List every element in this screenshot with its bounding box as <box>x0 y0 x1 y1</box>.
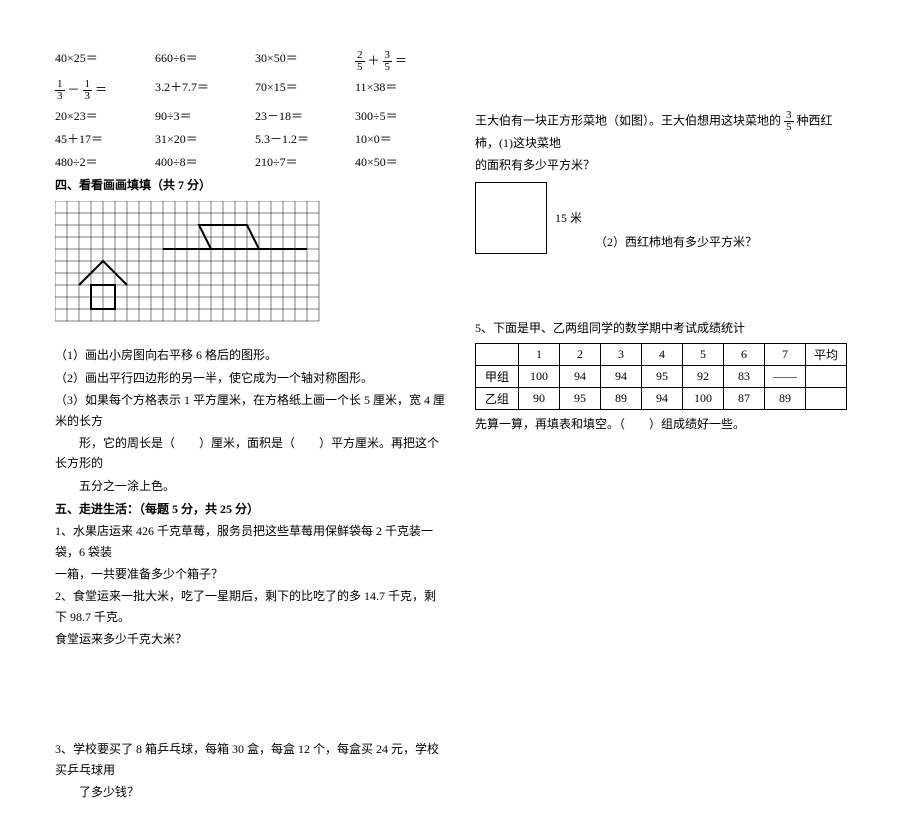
calc-cell: 13 － 13 ＝ <box>55 79 155 102</box>
calc-cell: 480÷2＝ <box>55 154 155 171</box>
calc-grid: 40×25＝ 660÷6＝ 30×50＝ 25 ＋ 35 ＝ 13 － 13 ＝… <box>55 50 445 170</box>
q5-3b: 了多少钱？ <box>55 782 445 802</box>
right-intro-c: 的面积有多少平方米？ <box>475 155 855 175</box>
q4-3b: 形，它的周长是（ ）厘米，面积是（ ）平方厘米。再把这个长方形的 <box>55 433 445 474</box>
calc-cell: 10×0＝ <box>355 131 445 148</box>
q5-table-title: 5、下面是甲、乙两组同学的数学期中考试成绩统计 <box>475 318 855 338</box>
left-column: 40×25＝ 660÷6＝ 30×50＝ 25 ＋ 35 ＝ 13 － 13 ＝… <box>55 50 445 805</box>
grid-figure <box>55 201 325 331</box>
q5-tail: 先算一算，再填表和填空。（ ）组成绩好一些。 <box>475 414 855 434</box>
q5-2b: 食堂运来多少千克大米？ <box>55 629 445 649</box>
calc-cell: 400÷8＝ <box>155 154 255 171</box>
calc-cell: 210÷7＝ <box>255 154 355 171</box>
q5-2a: 2、食堂运来一批大米，吃了一星期后，剩下的比吃了的多 14.7 千克，剩下 98… <box>55 586 445 627</box>
q4-2: （2）画出平行四边形的另一半，使它成为一个轴对称图形。 <box>55 368 445 388</box>
q4-3a: （3）如果每个方格表示 1 平方厘米，在方格纸上画一个长 5 厘米，宽 4 厘米… <box>55 390 445 431</box>
calc-cell: 3.2＋7.7＝ <box>155 79 255 102</box>
q4-1: （1）画出小房图向右平移 6 格后的图形。 <box>55 345 445 365</box>
right-column: 王大伯有一块正方形菜地（如图）。王大伯想用这块菜地的 35 种西红柿，(1)这块… <box>475 50 855 805</box>
calc-cell: 40×50＝ <box>355 154 445 171</box>
square-side-label: 15 米 <box>555 209 582 226</box>
calc-cell: 90÷3＝ <box>155 108 255 125</box>
table-row: 乙组909589941008789 <box>476 387 847 409</box>
calc-cell: 25 ＋ 35 ＝ <box>355 50 445 73</box>
calc-cell: 70×15＝ <box>255 79 355 102</box>
table-row: 甲组1009494959283—— <box>476 365 847 387</box>
right-q2: （2）西红柿地有多少平方米？ <box>595 232 855 252</box>
q5-3a: 3、学校要买了 8 箱乒乓球，每箱 30 盒，每盒 12 个，每盒买 24 元，… <box>55 739 445 780</box>
calc-cell: 660÷6＝ <box>155 50 255 73</box>
q5-1b: 一箱，一共要准备多少个箱子？ <box>55 564 445 584</box>
right-intro: 王大伯有一块正方形菜地（如图）。王大伯想用这块菜地的 35 种西红柿，(1)这块… <box>475 110 855 153</box>
calc-cell: 300÷5＝ <box>355 108 445 125</box>
table-row: 1234567平均 <box>476 343 847 365</box>
calc-cell: 30×50＝ <box>255 50 355 73</box>
section-5-title: 五、走进生活：（每题 5 分，共 25 分） <box>55 500 445 517</box>
calc-cell: 23－18＝ <box>255 108 355 125</box>
calc-cell: 11×38＝ <box>355 79 445 102</box>
calc-cell: 40×25＝ <box>55 50 155 73</box>
q4-3c: 五分之一涂上色。 <box>55 476 445 496</box>
calc-cell: 20×23＝ <box>55 108 155 125</box>
calc-cell: 5.3－1.2＝ <box>255 131 355 148</box>
square-figure <box>475 182 547 254</box>
score-table: 1234567平均 甲组1009494959283—— 乙组9095899410… <box>475 343 847 410</box>
calc-cell: 31×20＝ <box>155 131 255 148</box>
calc-cell: 45＋17＝ <box>55 131 155 148</box>
q5-1a: 1、水果店运来 426 千克草莓，服务员把这些草莓用保鲜袋每 2 千克装一袋，6… <box>55 521 445 562</box>
section-4-title: 四、看看画画填填（共 7 分） <box>55 176 445 193</box>
